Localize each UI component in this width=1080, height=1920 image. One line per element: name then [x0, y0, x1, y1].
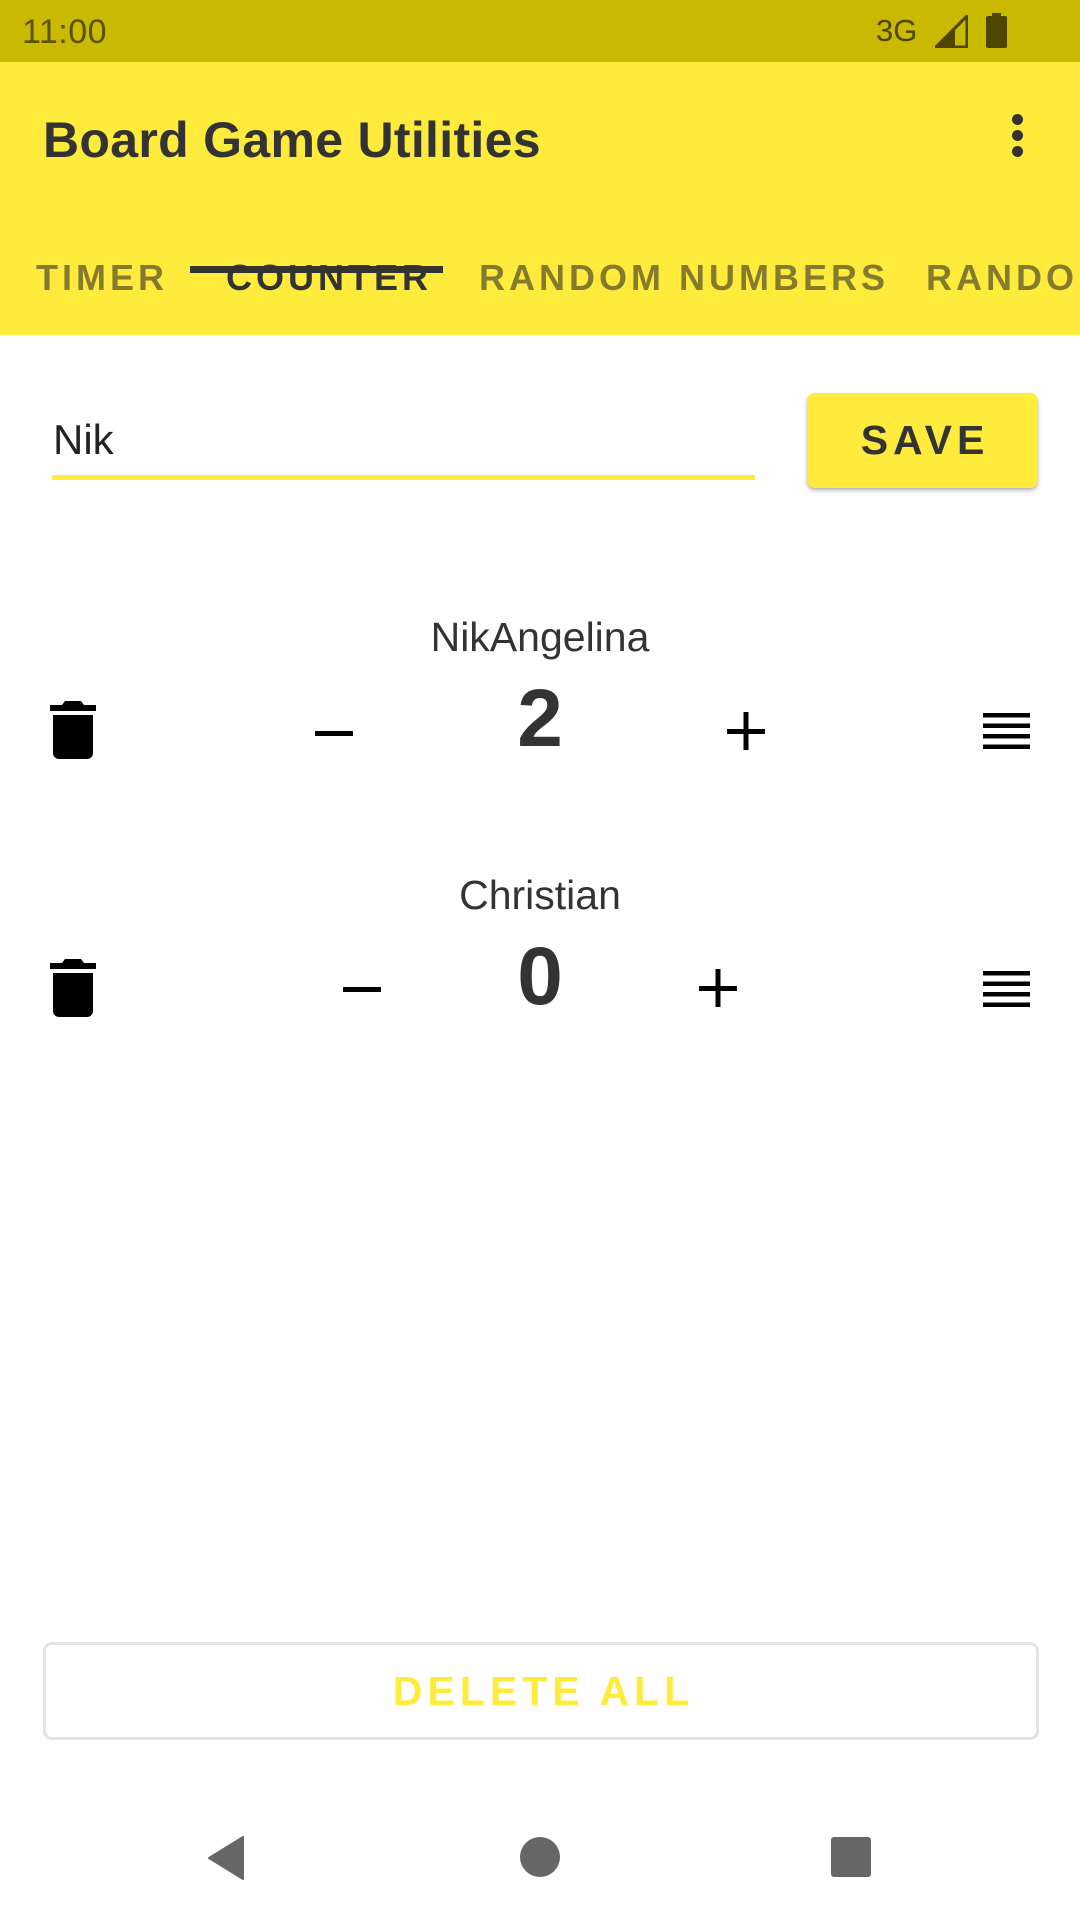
save-button-label: SAVE — [860, 417, 990, 463]
nav-home-button[interactable] — [504, 1821, 576, 1893]
tab-random[interactable]: RANDOM — [891, 232, 1080, 335]
delete-player-button[interactable] — [49, 957, 97, 1019]
back-icon — [208, 1836, 244, 1880]
home-icon — [520, 1837, 560, 1877]
player-name: NikAngelina — [430, 614, 650, 660]
player-score: 2 — [517, 673, 563, 764]
overflow-menu-button[interactable] — [992, 100, 1044, 170]
tab-label: COUNTER — [226, 257, 432, 298]
network-type: 3G — [876, 13, 918, 48]
player-name: Christian — [459, 872, 621, 918]
tab-bar: TIMER COUNTER RANDOM NUMBERS RANDOM — [0, 232, 1080, 335]
player-score: 0 — [517, 931, 563, 1022]
decrement-button[interactable] — [334, 962, 390, 1018]
trash-icon — [50, 959, 96, 1017]
trash-icon — [50, 701, 96, 759]
battery-icon — [986, 13, 1007, 48]
reorder-icon — [983, 713, 1030, 749]
app-bar: Board Game Utilities TIMER COUNTER RANDO… — [0, 62, 1080, 335]
reorder-icon — [983, 971, 1030, 1007]
input-underline — [52, 475, 755, 480]
player-name-input[interactable] — [53, 410, 755, 470]
tab-label: TIMER — [36, 257, 168, 298]
nav-back-button[interactable] — [190, 1822, 262, 1894]
save-button[interactable]: SAVE — [807, 393, 1038, 488]
tab-timer[interactable]: TIMER — [0, 232, 190, 335]
decrement-button[interactable] — [306, 706, 362, 762]
reorder-handle[interactable] — [978, 966, 1034, 1012]
reorder-handle[interactable] — [978, 708, 1034, 754]
app-title: Board Game Utilities — [43, 112, 541, 168]
plus-icon — [727, 712, 765, 750]
status-bar: 11:00 3G — [0, 0, 1080, 62]
signal-icon — [935, 15, 968, 48]
increment-button[interactable] — [718, 703, 774, 759]
status-time: 11:00 — [22, 13, 108, 51]
tab-counter[interactable]: COUNTER — [190, 232, 443, 335]
minus-icon — [315, 731, 353, 736]
tab-label: RANDOM NUMBERS — [479, 257, 889, 298]
increment-button[interactable] — [690, 960, 746, 1016]
counter-row: NikAngelina 2 — [0, 612, 1080, 812]
plus-icon — [699, 969, 737, 1007]
tab-label: RANDOM — [926, 257, 1080, 298]
counter-row: Christian 0 — [0, 870, 1080, 1070]
nav-recents-button[interactable] — [815, 1821, 887, 1893]
delete-player-button[interactable] — [49, 699, 97, 761]
recents-icon — [831, 1837, 871, 1877]
delete-all-button[interactable]: DELETE ALL — [43, 1642, 1039, 1740]
tab-random-numbers[interactable]: RANDOM NUMBERS — [443, 232, 891, 335]
minus-icon — [343, 987, 381, 992]
delete-all-label: DELETE ALL — [392, 1667, 695, 1714]
tab-indicator — [190, 266, 443, 273]
